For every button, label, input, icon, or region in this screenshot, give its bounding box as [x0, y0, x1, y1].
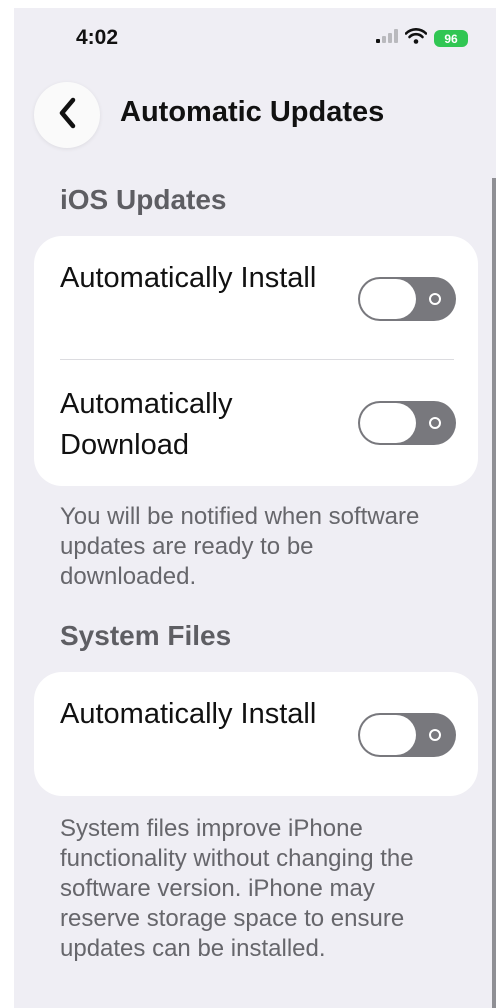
- scrollbar[interactable]: [492, 178, 496, 1008]
- toggle-knob: [360, 403, 416, 443]
- battery-icon: 96: [434, 30, 468, 47]
- row-automatically-install[interactable]: Automatically Install: [34, 236, 478, 360]
- status-time: 4:02: [76, 26, 119, 49]
- toggle-off-indicator-icon: [429, 417, 441, 429]
- toggle-off-indicator-icon: [429, 293, 441, 305]
- system-files-install-toggle[interactable]: [358, 713, 456, 757]
- cellular-signal-icon: [376, 29, 398, 48]
- section-header-ios-updates: iOS Updates: [60, 184, 227, 215]
- toggle-off-indicator-icon: [429, 729, 441, 741]
- row-automatically-download[interactable]: Automatically Download: [34, 360, 478, 486]
- settings-screen: 4:02 96 Automatic Updates iOS Updates Au…: [14, 8, 496, 1008]
- ios-updates-card: Automatically Install Automatically Down…: [34, 236, 478, 486]
- row-label: Automatically Install: [60, 698, 317, 730]
- section-header-system-files: System Files: [60, 620, 232, 651]
- ios-updates-footnote: You will be notified when software updat…: [60, 503, 420, 590]
- row-label: Automatically Download: [60, 388, 233, 461]
- row-label: Automatically Install: [60, 262, 317, 294]
- toggle-knob: [360, 279, 416, 319]
- page-title: Automatic Updates: [120, 96, 385, 128]
- automatically-install-toggle[interactable]: [358, 277, 456, 321]
- automatically-download-toggle[interactable]: [358, 401, 456, 445]
- row-automatically-install-system-files[interactable]: Automatically Install: [34, 672, 478, 796]
- back-button[interactable]: [34, 82, 100, 148]
- system-files-card: Automatically Install: [34, 672, 478, 796]
- system-files-footnote: System files improve iPhone functionalit…: [60, 815, 414, 962]
- status-indicators: 96: [376, 28, 468, 49]
- toggle-knob: [360, 715, 416, 755]
- wifi-icon: [404, 28, 428, 49]
- chevron-left-icon: [58, 97, 76, 134]
